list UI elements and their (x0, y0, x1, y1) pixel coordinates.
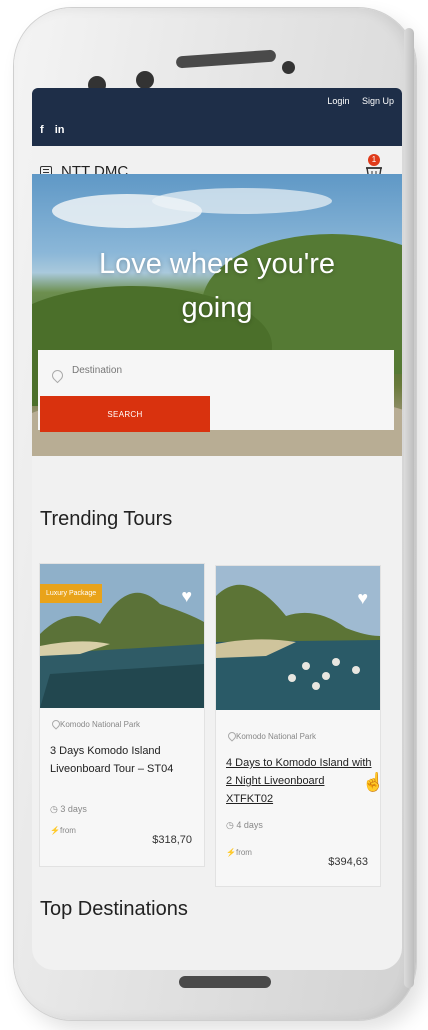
location-pin-icon (49, 367, 66, 384)
price-from: ⚡from (226, 848, 252, 857)
duration-text: 3 days (60, 804, 87, 814)
facebook-icon[interactable]: f (40, 124, 44, 136)
tour-card[interactable]: Luxury Package ♥ Komodo National Park 3 … (40, 564, 204, 866)
linkedin-icon[interactable]: in (55, 124, 65, 136)
tour-duration: ◷ 3 days (50, 804, 87, 815)
hero-title: Love where you're going (32, 242, 402, 330)
camera-dot (136, 71, 154, 89)
tour-price: $394,63 (328, 856, 368, 868)
clock-icon: ◷ (226, 820, 237, 830)
lightning-icon: ⚡ (50, 826, 60, 835)
cart-count-badge: 1 (368, 154, 380, 166)
cloud-shape (152, 188, 332, 214)
phone-side-edge (404, 28, 414, 988)
tour-image[interactable]: ♥ (216, 566, 380, 710)
tour-duration: ◷ 4 days (226, 820, 263, 831)
phone-screen: f in Login Sign Up NTT DMC 1 Love where … (32, 88, 402, 970)
tour-image[interactable]: Luxury Package ♥ (40, 564, 204, 708)
social-links: f in (40, 124, 73, 136)
top-destinations-title: Top Destinations (40, 898, 188, 920)
island-image (216, 566, 380, 710)
search-button[interactable]: SEARCH (40, 396, 210, 432)
hero-title-line: Love where you're (98, 248, 336, 280)
price-from: ⚡from (50, 826, 76, 835)
hero-banner: Love where you're going SEARCH (32, 174, 402, 456)
sensor-dot (282, 61, 295, 74)
tour-location: Komodo National Park (236, 732, 317, 741)
favorite-heart-icon[interactable]: ♥ (357, 588, 368, 609)
bottom-speaker (179, 976, 271, 988)
hand-cursor-icon: ☝ (362, 772, 385, 792)
from-label: from (235, 848, 252, 857)
tour-title[interactable]: 3 Days Komodo Island Liveonboard Tour – … (50, 742, 198, 778)
tour-title-link[interactable]: 4 Days to Komodo Island with 2 Night Liv… (226, 754, 374, 808)
search-card: SEARCH (38, 350, 394, 432)
duration-text: 4 days (236, 820, 263, 830)
destination-input[interactable] (70, 364, 324, 377)
earpiece-speaker (175, 49, 277, 69)
clock-icon: ◷ (50, 804, 61, 814)
signup-link[interactable]: Sign Up (362, 96, 394, 106)
trending-tours-title: Trending Tours (40, 508, 173, 530)
top-bar: f in Login Sign Up (32, 88, 402, 146)
tour-price: $318,70 (152, 834, 192, 846)
from-label: from (59, 826, 76, 835)
hero-title-line: going (181, 292, 253, 324)
lightning-icon: ⚡ (226, 848, 236, 857)
favorite-heart-icon[interactable]: ♥ (181, 586, 192, 607)
tour-location: Komodo National Park (60, 720, 141, 729)
tour-card[interactable]: ♥ Komodo National Park 4 Days to Komodo … (216, 566, 384, 886)
login-link[interactable]: Login (327, 96, 349, 106)
auth-links: Login Sign Up (317, 96, 394, 106)
luxury-badge: Luxury Package (40, 584, 103, 603)
